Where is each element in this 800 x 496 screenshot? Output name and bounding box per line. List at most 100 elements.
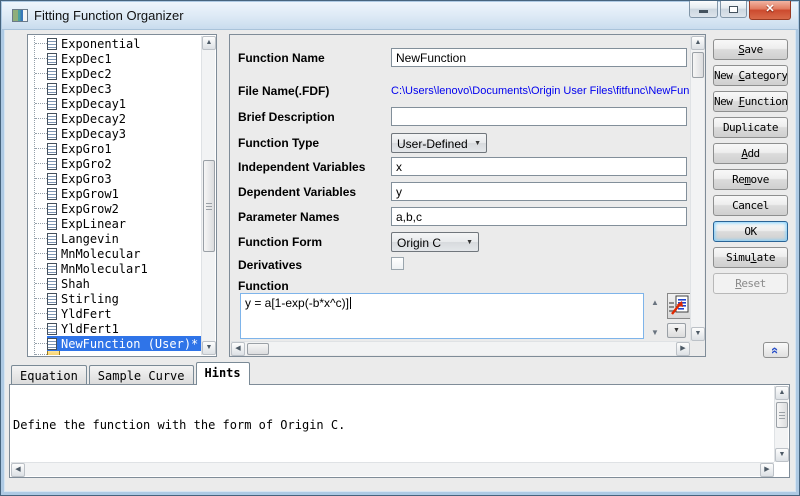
form-vertical-scrollbar[interactable]: ▲ ▼ — [690, 36, 705, 341]
parameter-names-input[interactable] — [391, 207, 687, 226]
scroll-down-arrow[interactable]: ▼ — [202, 341, 216, 355]
parameter-names-label: Parameter Names — [238, 210, 340, 224]
tree-branch-line — [35, 283, 47, 284]
tree-item[interactable]: ExpGrow1 — [29, 186, 202, 201]
tab-sample-curve[interactable]: Sample Curve — [88, 365, 194, 385]
scroll-right-arrow[interactable]: ▶ — [676, 342, 690, 356]
chevron-up-icon: « — [768, 346, 784, 355]
tree-item-label: ExpGrow2 — [61, 201, 119, 216]
tree-branch-line — [35, 58, 47, 59]
tree-item-label: ExpGrow1 — [61, 186, 119, 201]
scroll-left-arrow[interactable]: ◀ — [231, 342, 245, 356]
tree-item[interactable]: Stirling — [29, 291, 202, 306]
tree-item[interactable]: ExpGro3 — [29, 171, 202, 186]
close-button[interactable]: ✕ — [749, 1, 791, 20]
tree-item-label: ExpDecay2 — [61, 111, 127, 126]
hints-scrollbar-thumb[interactable] — [776, 402, 788, 428]
tree-item-label: ExpGro1 — [61, 141, 112, 156]
scroll-left-arrow[interactable]: ◀ — [11, 463, 25, 477]
function-body-editor[interactable]: y = a[1-exp(-b*x^c)] — [240, 293, 644, 339]
simulate-button[interactable]: Simulate — [713, 247, 788, 268]
tree-item[interactable]: ExpGrow2 — [29, 201, 202, 216]
new-category-button[interactable]: New Category — [713, 65, 788, 86]
tree-item[interactable]: MnMolecular — [29, 246, 202, 261]
function-form-dropdown[interactable]: Origin C ▼ — [391, 232, 479, 252]
editor-scroll-down-icon[interactable]: ▼ — [651, 328, 659, 337]
code-builder-button[interactable] — [667, 293, 690, 319]
file-name-path: C:\Users\lenovo\Documents\Origin User Fi… — [391, 85, 689, 97]
function-name-input[interactable] — [391, 48, 687, 67]
scroll-up-arrow[interactable]: ▲ — [691, 36, 705, 50]
tree-item-label: ExpDec3 — [61, 81, 112, 96]
scroll-down-arrow[interactable]: ▼ — [775, 448, 789, 462]
tree-branch-line — [35, 268, 47, 269]
document-icon — [47, 97, 57, 110]
function-type-value: User-Defined — [397, 137, 468, 151]
tree-item[interactable]: ExpDec3 — [29, 81, 202, 96]
new-function-button[interactable]: New Function — [713, 91, 788, 112]
editor-scroll-up-icon[interactable]: ▲ — [651, 298, 659, 307]
tree-scrollbar-thumb[interactable] — [203, 160, 215, 252]
independent-variables-input[interactable] — [391, 157, 687, 176]
scroll-up-arrow[interactable]: ▲ — [775, 386, 789, 400]
hints-horizontal-scrollbar[interactable]: ◀ ▶ — [11, 462, 774, 477]
brief-description-input[interactable] — [391, 107, 687, 126]
tree-item[interactable]: ExpDec1 — [29, 51, 202, 66]
tab-hints[interactable]: Hints — [195, 362, 250, 385]
scroll-right-arrow[interactable]: ▶ — [760, 463, 774, 477]
tree-item[interactable]: Exponential — [29, 36, 202, 51]
remove-button[interactable]: Remove — [713, 169, 788, 190]
tree-branch-line — [35, 328, 47, 329]
tree-item-partial[interactable] — [29, 351, 202, 355]
tree-item[interactable]: ExpDecay1 — [29, 96, 202, 111]
tree-item[interactable]: ExpDecay3 — [29, 126, 202, 141]
file-name-label: File Name(.FDF) — [238, 84, 330, 98]
cancel-button[interactable]: Cancel — [713, 195, 788, 216]
dependent-variables-input[interactable] — [391, 182, 687, 201]
tree-vertical-scrollbar[interactable]: ▲ ▼ — [201, 36, 216, 355]
collapse-panel-button[interactable]: « — [763, 342, 789, 358]
save-button[interactable]: Save — [713, 39, 788, 60]
tree-item[interactable]: ExpDec2 — [29, 66, 202, 81]
tree-item[interactable]: YldFert — [29, 306, 202, 321]
tree-item[interactable]: ExpGro1 — [29, 141, 202, 156]
form-horizontal-scrollbar[interactable]: ◀ ▶ — [231, 341, 690, 356]
duplicate-button[interactable]: Duplicate — [713, 117, 788, 138]
chevron-down-icon: ▼ — [474, 140, 481, 147]
function-form: Function Name File Name(.FDF) C:\Users\l… — [231, 36, 690, 341]
document-icon — [47, 202, 57, 215]
minimize-button[interactable] — [689, 1, 718, 18]
tree-item[interactable]: ExpDecay2 — [29, 111, 202, 126]
form-scrollbar-thumb[interactable] — [692, 52, 704, 78]
derivatives-checkbox[interactable] — [391, 257, 404, 270]
tree-item[interactable]: Langevin — [29, 231, 202, 246]
tree-item-selected[interactable]: NewFunction (User)* — [29, 336, 202, 351]
tree-item[interactable]: Shah — [29, 276, 202, 291]
scroll-down-arrow[interactable]: ▼ — [691, 327, 705, 341]
editor-dropdown-button[interactable]: ▼ — [667, 323, 686, 338]
document-icon — [47, 157, 57, 170]
scroll-up-arrow[interactable]: ▲ — [202, 36, 216, 50]
ok-button[interactable]: OK — [713, 221, 788, 242]
form-hscrollbar-thumb[interactable] — [247, 343, 269, 355]
tree-item[interactable]: MnMolecular1 — [29, 261, 202, 276]
document-icon — [47, 247, 57, 260]
function-type-dropdown[interactable]: User-Defined ▼ — [391, 133, 487, 153]
tree-branch-line — [35, 193, 47, 194]
hints-vertical-scrollbar[interactable]: ▲ ▼ — [774, 386, 789, 462]
maximize-button[interactable] — [720, 1, 747, 18]
tree-branch-line — [35, 223, 47, 224]
tree-item[interactable]: ExpGro2 — [29, 156, 202, 171]
add-button[interactable]: Add — [713, 143, 788, 164]
tree-item-label: YldFert — [61, 306, 112, 321]
document-icon — [47, 67, 57, 80]
tree-item[interactable]: ExpLinear — [29, 216, 202, 231]
tree-item[interactable]: YldFert1 — [29, 321, 202, 336]
tab-equation[interactable]: Equation — [11, 365, 87, 385]
independent-variables-label: Independent Variables — [238, 160, 366, 174]
reset-button[interactable]: Reset — [713, 273, 788, 294]
function-body-text: y = a[1-exp(-b*x^c)] — [245, 296, 349, 310]
maximize-icon — [729, 6, 738, 13]
tree-branch-line — [35, 353, 47, 355]
tree-item-label: NewFunction (User)* — [61, 336, 199, 351]
